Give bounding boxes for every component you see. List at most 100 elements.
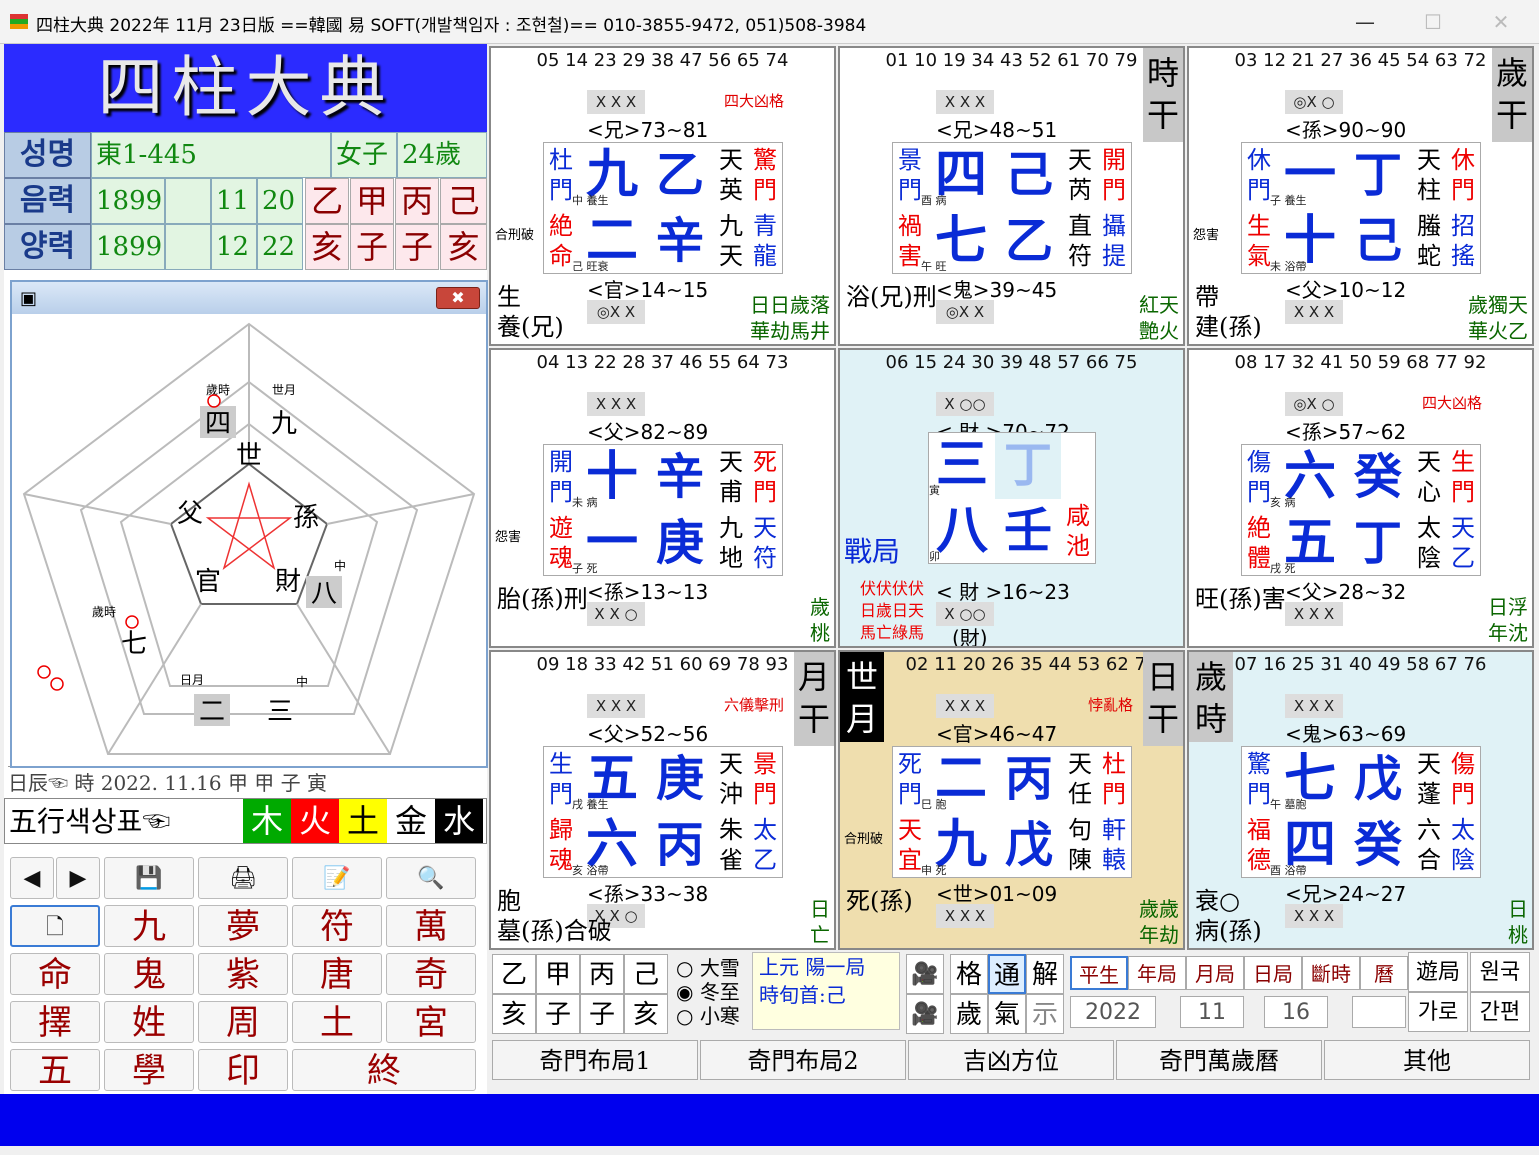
- lunar-gz-3: 丙: [395, 178, 439, 224]
- btn-zhou[interactable]: 周: [198, 1001, 288, 1043]
- btn-zi[interactable]: 紫: [198, 953, 288, 995]
- center-right-text: 咸池: [1066, 502, 1090, 560]
- camera-icon-1[interactable]: 🎥: [906, 954, 944, 994]
- close-button[interactable]: ✕: [1466, 0, 1536, 44]
- star-label: 天沖: [719, 750, 743, 808]
- palace-marks-top: X X X: [587, 90, 645, 114]
- term-radio-1[interactable]: ○ 大雪: [676, 956, 740, 980]
- stem-bottom: 癸: [1353, 817, 1402, 873]
- tab-calendar[interactable]: 奇門萬歲曆: [1116, 1040, 1322, 1080]
- tab-direction[interactable]: 吉凶方位: [908, 1040, 1114, 1080]
- palace-cell[interactable]: 05 14 23 29 38 47 56 65 74 X X X 四大凶格 <兄>73…: [489, 46, 836, 346]
- label-sun: 孫: [293, 503, 319, 533]
- month-spinner[interactable]: 11: [1180, 996, 1244, 1028]
- palace-cell[interactable]: 06 15 24 30 39 48 57 66 75X ○○< 財 >70~72…: [838, 348, 1185, 648]
- palace-marks-top: ◎X ○: [1285, 90, 1343, 114]
- btn-xing[interactable]: 姓: [104, 1001, 194, 1043]
- solar-label: 양력: [4, 224, 91, 270]
- palace-cell[interactable]: 01 10 19 34 43 52 61 70 79 X X X <兄>48~51 <…: [838, 46, 1185, 346]
- palace-relation-top: <兄>73~81: [587, 118, 709, 142]
- btn-gui[interactable]: 鬼: [104, 953, 194, 995]
- tab-layout-2[interactable]: 奇門布局2: [700, 1040, 906, 1080]
- btn-ze[interactable]: 擇: [10, 1001, 100, 1043]
- save-icon[interactable]: 💾: [104, 857, 194, 899]
- palace-side-tag: 時干: [1143, 48, 1183, 142]
- extra-field[interactable]: [1352, 996, 1406, 1028]
- lunar-year-field[interactable]: 1899: [91, 178, 165, 224]
- palace-sub-bottom: 未 浴帶: [1270, 260, 1307, 273]
- tab-other[interactable]: 其他: [1324, 1040, 1530, 1080]
- maximize-button[interactable]: ☐: [1398, 0, 1468, 44]
- btn-wonguk[interactable]: 원국: [1470, 952, 1530, 992]
- btn-jie[interactable]: 解: [1026, 954, 1064, 994]
- print-icon[interactable]: 🖨: [198, 857, 288, 899]
- mode-nianju[interactable]: 年局: [1128, 956, 1186, 990]
- camera-icon-2[interactable]: 🎥: [906, 994, 944, 1034]
- btn-zhong[interactable]: 終: [292, 1049, 476, 1091]
- tab-layout-1[interactable]: 奇門布局1: [492, 1040, 698, 1080]
- palace-cell[interactable]: 09 18 33 42 51 60 69 78 93 X X X 六儀擊刑 <父>52…: [489, 650, 836, 950]
- btn-yin[interactable]: 印: [198, 1049, 288, 1091]
- star-label: 天心: [1417, 448, 1441, 506]
- day-spinner[interactable]: 16: [1264, 996, 1328, 1028]
- mode-pingsheng[interactable]: 平生: [1070, 956, 1128, 990]
- spirit-bottom: 攝提: [1102, 212, 1126, 270]
- solar-month-field[interactable]: 12: [211, 224, 257, 270]
- term-radio-3[interactable]: ○ 小寒: [676, 1004, 740, 1028]
- new-document-icon[interactable]: 🗋: [10, 905, 100, 947]
- palace-cell[interactable]: 02 11 20 26 35 44 53 62 71 X X X 悖亂格 <官>46~…: [838, 650, 1185, 950]
- search-icon[interactable]: 🔍: [386, 857, 476, 899]
- term-radio-2[interactable]: ◉ 冬至: [676, 980, 740, 1004]
- palace-cell[interactable]: 07 16 25 31 40 49 58 67 76 X X X <鬼>63~69 <…: [1187, 650, 1534, 950]
- popup-close-button[interactable]: ✖: [436, 287, 480, 309]
- lunar-month-field[interactable]: 11: [211, 178, 257, 224]
- mode-duanshi[interactable]: 斷時: [1302, 956, 1360, 990]
- edit-icon[interactable]: 📝: [292, 857, 382, 899]
- btn-gong[interactable]: 宮: [386, 1001, 476, 1043]
- solar-year-field[interactable]: 1899: [91, 224, 165, 270]
- palace-bottom-right: 歲獨天 華火乙: [1468, 293, 1528, 343]
- label-cai: 財: [275, 567, 301, 597]
- btn-ge[interactable]: 格: [950, 954, 988, 994]
- name-label: 성명: [4, 132, 91, 178]
- lunar-day-field[interactable]: 20: [257, 178, 303, 224]
- btn-tong[interactable]: 通: [988, 954, 1026, 994]
- minimize-button[interactable]: —: [1330, 0, 1400, 44]
- next-button[interactable]: ▶: [56, 857, 100, 899]
- btn-fu[interactable]: 符: [292, 905, 382, 947]
- palace-marks-bottom: X X X: [1285, 300, 1343, 324]
- solar-day-field[interactable]: 22: [257, 224, 303, 270]
- btn-qi2[interactable]: 氣: [988, 994, 1026, 1034]
- btn-qi[interactable]: 奇: [386, 953, 476, 995]
- btn-shi[interactable]: 示: [1026, 994, 1064, 1034]
- btn-sui[interactable]: 歲: [950, 994, 988, 1034]
- prev-button[interactable]: ◀: [10, 857, 54, 899]
- palace-relation-top: <官>46~47: [936, 722, 1058, 746]
- stem-top: 戊: [1353, 751, 1402, 807]
- calculator-icon: ▣: [20, 288, 38, 309]
- gender-field[interactable]: 女子: [331, 132, 397, 178]
- name-field[interactable]: 東1-445: [91, 132, 331, 178]
- mode-li[interactable]: 曆: [1360, 956, 1408, 990]
- spirit-bottom: 太陰: [1451, 816, 1475, 874]
- palace-marks-bottom: X X X: [1285, 602, 1343, 626]
- btn-ganpyeon[interactable]: 간편: [1470, 992, 1530, 1032]
- btn-garo[interactable]: 가로: [1408, 992, 1468, 1032]
- palace-cell[interactable]: 04 13 22 28 37 46 55 64 73 X X X <父>82~89 <…: [489, 348, 836, 648]
- stem-top: 癸: [1353, 449, 1402, 505]
- palace-cell[interactable]: 08 17 32 41 50 59 68 77 92 ◎X ○ 四大凶格 <孫>57~…: [1187, 348, 1534, 648]
- btn-youju[interactable]: 遊局: [1408, 952, 1468, 992]
- btn-wan[interactable]: 萬: [386, 905, 476, 947]
- btn-tang[interactable]: 唐: [292, 953, 382, 995]
- palace-marks-bottom: X X ○: [587, 602, 645, 626]
- btn-wu[interactable]: 五: [10, 1049, 100, 1091]
- btn-meng[interactable]: 夢: [198, 905, 288, 947]
- mode-yueju[interactable]: 月局: [1186, 956, 1244, 990]
- btn-jiu[interactable]: 九: [104, 905, 194, 947]
- btn-xue[interactable]: 學: [104, 1049, 194, 1091]
- btn-ming[interactable]: 命: [10, 953, 100, 995]
- year-spinner[interactable]: 2022: [1070, 996, 1156, 1028]
- btn-tu[interactable]: 土: [292, 1001, 382, 1043]
- palace-cell[interactable]: 03 12 21 27 36 45 54 63 72 ◎X ○ <孫>90~90 <父…: [1187, 46, 1534, 346]
- mode-riju[interactable]: 日局: [1244, 956, 1302, 990]
